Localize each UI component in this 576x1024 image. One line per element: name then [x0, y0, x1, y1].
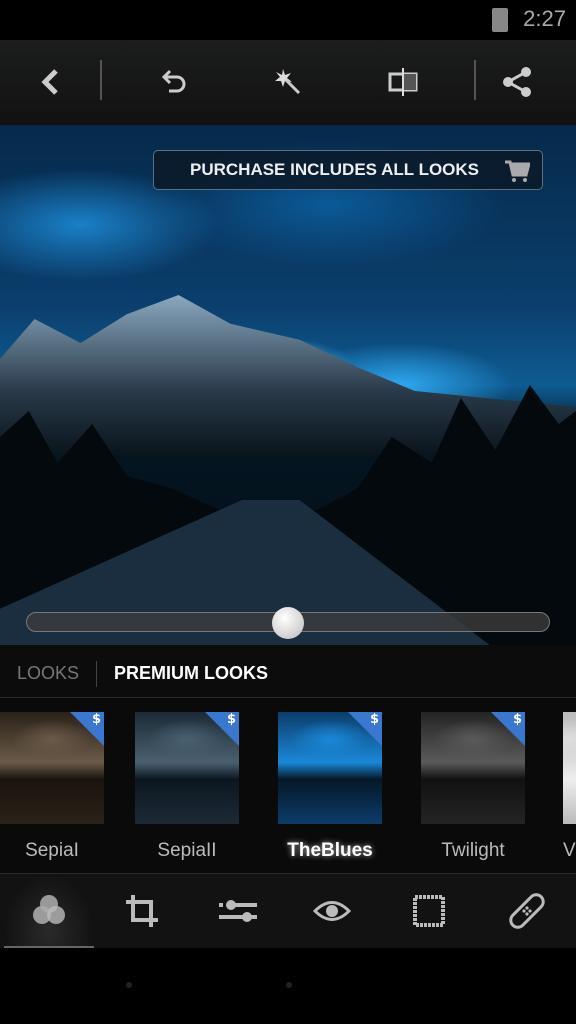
dollar-icon: $	[512, 712, 522, 727]
heal-icon	[509, 893, 545, 929]
purchase-banner[interactable]: PURCHASE INCLUDES ALL LOOKS	[153, 150, 543, 190]
divider	[100, 60, 102, 100]
look-label: V	[563, 840, 576, 861]
tab-looks[interactable]: LOOKS	[17, 663, 79, 684]
divider	[474, 60, 476, 100]
premium-badge: $	[205, 712, 239, 746]
tool-crop[interactable]	[97, 874, 187, 948]
divider	[96, 661, 97, 687]
purchase-banner-text: PURCHASE INCLUDES ALL LOOKS	[190, 160, 480, 179]
slider-knob[interactable]	[272, 607, 304, 639]
look-label: SepiaII	[157, 840, 217, 861]
look-intensity-slider[interactable]	[26, 607, 550, 639]
undo-button[interactable]	[152, 60, 196, 104]
frame-icon	[413, 895, 445, 927]
status-bar: 2:27	[0, 0, 576, 40]
dollar-icon: $	[369, 712, 379, 727]
photo-canvas[interactable]: PURCHASE INCLUDES ALL LOOKS	[0, 125, 576, 645]
compare-button[interactable]	[381, 60, 425, 104]
look-thumbnail: $	[135, 712, 239, 824]
back-button[interactable]	[28, 60, 72, 104]
auto-fix-button[interactable]	[266, 60, 310, 104]
tool-looks[interactable]	[4, 874, 94, 948]
cart-icon	[505, 160, 530, 182]
look-item[interactable]: $ TheBlues	[278, 712, 382, 861]
dollar-icon: $	[91, 712, 101, 727]
look-thumbnail: $	[0, 712, 104, 824]
tool-adjust[interactable]	[193, 874, 283, 948]
bottom-tools	[0, 874, 576, 948]
compare-icon	[388, 68, 418, 96]
tool-heal[interactable]	[482, 874, 572, 948]
undo-icon	[161, 69, 186, 93]
look-label: SepiaI	[25, 840, 79, 861]
share-button[interactable]	[495, 60, 539, 104]
nav-dot	[286, 982, 292, 988]
adjust-icon	[219, 900, 257, 922]
premium-badge: $	[70, 712, 104, 746]
look-label: TheBlues	[287, 840, 373, 861]
top-toolbar	[0, 40, 576, 125]
auto-fix-wand-icon	[275, 69, 301, 95]
dollar-icon: $	[226, 712, 236, 727]
system-nav-bar	[0, 948, 576, 1024]
share-icon	[503, 67, 531, 97]
looks-tabs: LOOKS PREMIUM LOOKS	[0, 645, 576, 698]
look-label: Twilight	[441, 840, 505, 861]
tool-red-eye[interactable]	[287, 874, 377, 948]
look-item[interactable]: $ SepiaI	[0, 712, 104, 861]
look-item[interactable]: V	[563, 712, 576, 861]
red-eye-icon	[313, 901, 351, 921]
look-thumbnail: $	[421, 712, 525, 824]
premium-badge: $	[348, 712, 382, 746]
look-thumbnail	[563, 712, 576, 824]
battery-charging-icon	[492, 8, 508, 32]
look-thumbnail: $	[278, 712, 382, 824]
looks-list: $ SepiaI $ SepiaII $ TheBlues $ Twilight V	[0, 698, 576, 874]
tool-frame[interactable]	[384, 874, 474, 948]
clock: 2:27	[523, 6, 566, 31]
looks-icon	[33, 895, 65, 924]
crop-icon	[126, 895, 158, 927]
look-item[interactable]: $ SepiaII	[135, 712, 239, 861]
nav-dot	[126, 982, 132, 988]
back-icon	[41, 69, 58, 95]
premium-badge: $	[491, 712, 525, 746]
look-item[interactable]: $ Twilight	[421, 712, 525, 861]
tab-premium-looks[interactable]: PREMIUM LOOKS	[114, 663, 268, 684]
